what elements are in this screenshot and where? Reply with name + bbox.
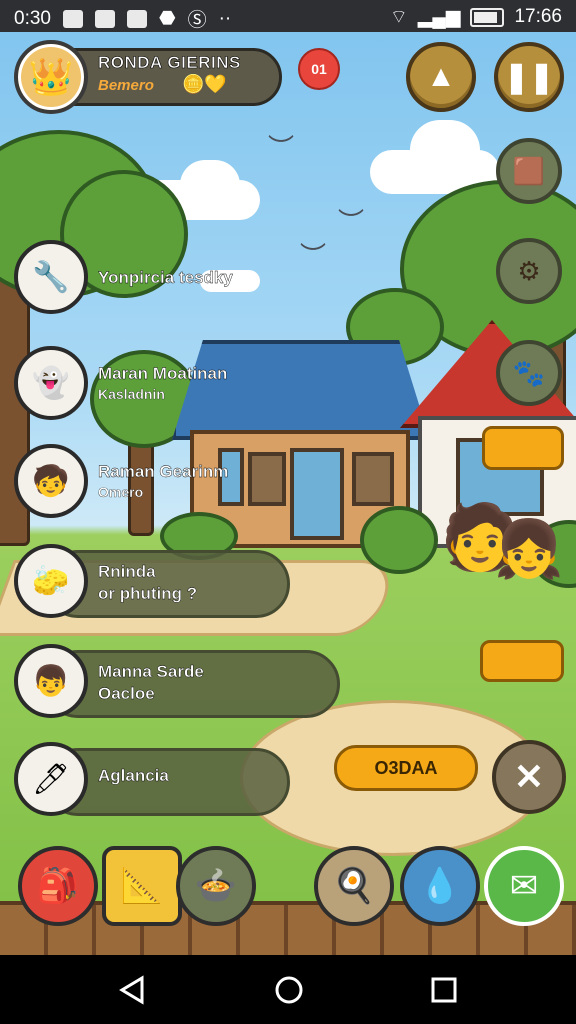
side-button-pet[interactable]: 🐾 (496, 340, 562, 406)
notification-icon (62, 9, 83, 28)
toolbar-water[interactable]: 💧 (400, 846, 480, 926)
status-bar: 0:30 ⬣ Ⓢ ·· ⌔ ▂▄▆ 17:66 (0, 0, 576, 32)
list-item-title: Maran Moatinan (98, 364, 228, 383)
house-window (352, 452, 394, 506)
player-profile[interactable]: 👑 RONDA GIERINS Bemero 🪙💛 (14, 40, 282, 114)
map-icon: 🟫 (512, 155, 546, 186)
king-avatar-icon[interactable]: 👑 (14, 40, 88, 114)
notification-icon (94, 9, 115, 28)
list-item-title: Raman Gearinm (98, 462, 229, 481)
list-item-pill (44, 650, 340, 718)
girl-character: 👧 (494, 517, 564, 580)
wifi-icon: ⌔ (389, 7, 408, 28)
cloud (180, 160, 240, 210)
pet-icon: 🐾 (512, 357, 546, 388)
ruler-pencil-icon: 📐 (120, 867, 164, 905)
battery-icon (470, 7, 505, 27)
cloud (410, 120, 480, 180)
orange-tab[interactable] (482, 426, 564, 470)
list-item[interactable]: 🖊 Aglancia (14, 742, 334, 816)
list-item[interactable]: 🧽 Rninda or phuting ? (14, 544, 334, 618)
list-item-title: Manna Sarde (98, 662, 204, 681)
list-item-subtitle: Omero (98, 484, 144, 500)
list-item-title: Rninda (98, 562, 156, 581)
toolbar-backpack[interactable]: 🎒 (18, 846, 98, 926)
backpack-icon: 🎒 (36, 867, 80, 905)
home-nav-button[interactable] (274, 975, 304, 1010)
ghost-icon: 👻 (14, 346, 88, 420)
pause-button[interactable]: ❚❚ (494, 42, 564, 112)
pen-icon: 🖊 (14, 742, 88, 816)
close-icon: ✕ (513, 756, 545, 797)
notification-icon: ⬣ (158, 8, 176, 29)
more-icon: ·· (218, 7, 232, 29)
side-button-gear[interactable]: ⚙ (496, 238, 562, 304)
mail-icon: ✉ (509, 867, 539, 905)
coin-icon: 🪙💛 (182, 74, 227, 94)
pause-icon: ❚❚ (503, 60, 555, 94)
tool-icon: 🔧 (14, 240, 88, 314)
signal-icon: ▂▄▆ (417, 6, 461, 28)
bird-icon: ︶ (268, 133, 295, 163)
home-icon: ▲ (426, 60, 456, 93)
status-clock: 17:66 (514, 6, 562, 27)
boy-avatar-icon: 🧒 (14, 444, 88, 518)
back-icon (119, 975, 144, 1005)
egg-icon: 🍳 (332, 867, 376, 905)
notification-icon: Ⓢ (187, 10, 207, 31)
list-item-title: Yonpircia tesdky (98, 268, 233, 287)
recents-button[interactable] (430, 975, 458, 1010)
action-button[interactable]: O3DAA (334, 745, 478, 791)
toolbar-mail[interactable]: ✉ (484, 846, 564, 926)
water-drop-icon: 💧 (418, 867, 462, 905)
list-item[interactable]: 🧒 Raman Gearinm Omero (14, 444, 334, 518)
orange-tab[interactable] (480, 640, 564, 682)
notification-badge[interactable]: 01 (298, 48, 340, 90)
toolbar-egg[interactable]: 🍳 (314, 846, 394, 926)
eraser-icon: 🧽 (14, 544, 88, 618)
bowl-icon: 🍲 (194, 867, 238, 905)
bird-icon: ︶ (338, 207, 365, 237)
notification-icon (126, 9, 147, 28)
status-time-left: 0:30 (14, 7, 51, 29)
recents-icon (431, 977, 457, 1003)
boy-avatar-icon: 👦 (14, 644, 88, 718)
toolbar-ruler[interactable]: 📐 (102, 846, 182, 926)
toolbar-bowl[interactable]: 🍲 (176, 846, 256, 926)
list-item-subtitle: or phuting ? (98, 584, 198, 603)
gear-icon: ⚙ (517, 255, 541, 286)
list-item-subtitle: Oacloe (98, 684, 155, 703)
bush (360, 506, 438, 574)
list-item[interactable]: 🔧 Yonpircia tesdky (14, 240, 334, 314)
home-circle-icon (275, 976, 303, 1004)
list-item-subtitle: Kasladnin (98, 386, 165, 402)
close-button[interactable]: ✕ (492, 740, 566, 814)
list-item[interactable]: 👻 Maran Moatinan Kasladnin (14, 346, 334, 420)
home-button[interactable]: ▲ (406, 42, 476, 112)
side-button-map[interactable]: 🟫 (496, 138, 562, 204)
player-name: RONDA GIERINS (98, 53, 241, 73)
player-subtitle: Bemero (98, 77, 154, 94)
list-item[interactable]: 👦 Manna Sarde Oacloe (14, 644, 340, 718)
nav-bar (0, 955, 576, 1024)
back-button[interactable] (118, 975, 146, 1010)
list-item-title: Aglancia (98, 766, 169, 785)
